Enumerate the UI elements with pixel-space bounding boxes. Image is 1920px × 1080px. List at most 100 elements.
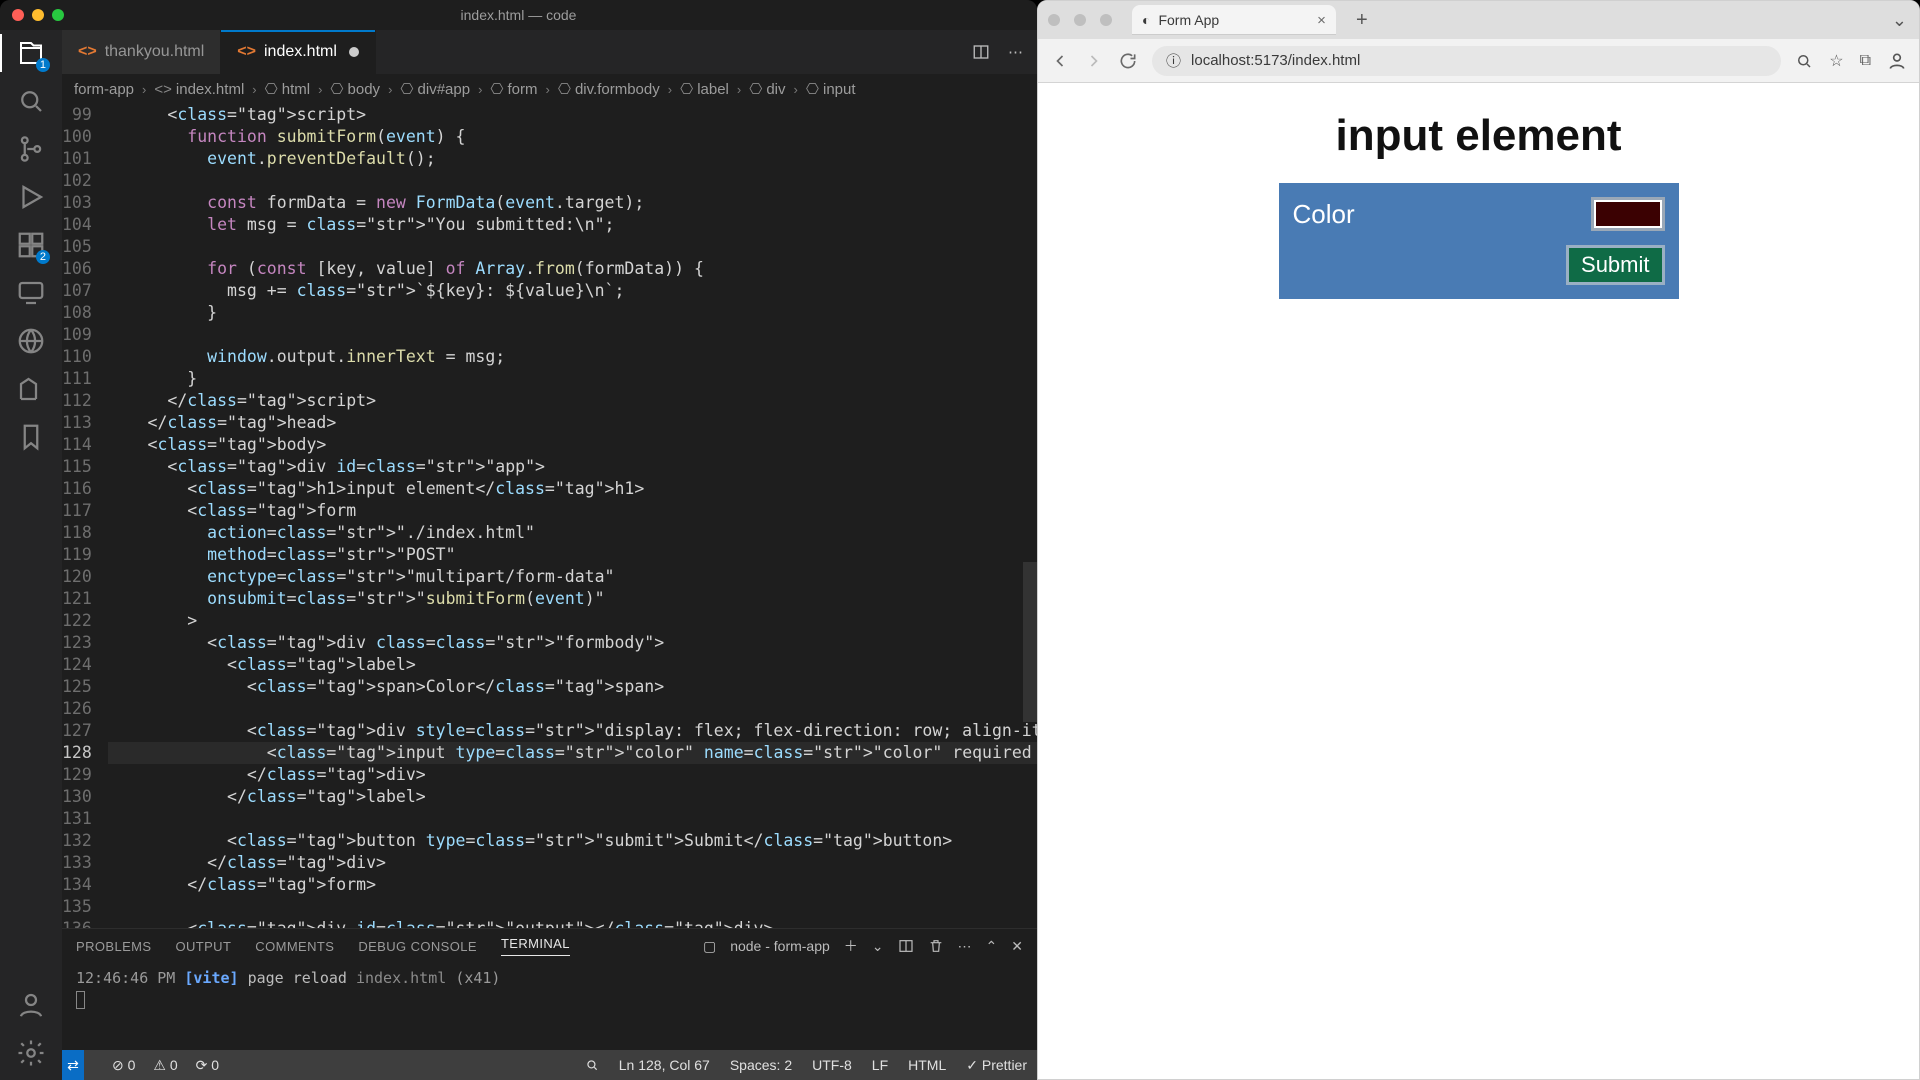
crumb[interactable]: index.html (176, 81, 244, 98)
new-tab-icon[interactable]: + (1356, 9, 1368, 32)
crumb[interactable]: form-app (74, 81, 134, 98)
task-label[interactable]: node - form-app (730, 938, 830, 954)
crumb[interactable]: form (508, 81, 538, 98)
close-panel-icon[interactable]: ✕ (1011, 938, 1023, 955)
breadcrumbs[interactable]: form-app› <>index.html› ⎔html› ⎔body› ⎔d… (62, 74, 1037, 104)
crumb[interactable]: body (348, 81, 381, 98)
status-encoding[interactable]: UTF-8 (812, 1057, 852, 1073)
terminal-output[interactable]: 12:46:46 PM [vite] page reload index.htm… (62, 963, 1037, 1050)
panel-tabs: PROBLEMS OUTPUT COMMENTS DEBUG CONSOLE T… (62, 929, 1037, 963)
crumb[interactable]: label (697, 81, 729, 98)
accounts-icon[interactable] (16, 990, 46, 1020)
vscode-window: index.html — code 1 (0, 0, 1037, 1080)
new-terminal-icon[interactable]: ＋ (844, 936, 858, 956)
tab-label: index.html (264, 43, 337, 61)
extensions-puzzle-icon[interactable]: ⧉ (1860, 52, 1871, 70)
profile-icon[interactable] (1887, 51, 1907, 71)
close-window-icon[interactable] (1048, 14, 1060, 26)
terminal-file: index.html (356, 969, 446, 987)
status-eol[interactable]: LF (872, 1057, 888, 1073)
status-warnings[interactable]: ⚠ 0 (153, 1057, 177, 1074)
form-box: Color Submit (1279, 183, 1679, 299)
source-control-icon[interactable] (16, 134, 46, 164)
explorer-icon[interactable]: 1 (16, 38, 46, 68)
status-errors[interactable]: ⊘ 0 (112, 1057, 135, 1074)
explorer-badge: 1 (36, 58, 50, 72)
more-icon[interactable]: ⋯ (958, 938, 972, 955)
panel-tab-terminal[interactable]: TERMINAL (501, 936, 570, 956)
tab-thankyou[interactable]: <> thankyou.html (62, 30, 221, 74)
crumb[interactable]: html (282, 81, 310, 98)
terminal-count: (x41) (455, 969, 500, 987)
activity-bar: 1 2 (0, 30, 62, 1080)
browser-toolbar: ⓘ localhost:5173/index.html ☆ ⧉ (1038, 39, 1919, 83)
zoom-window-icon[interactable] (1100, 14, 1112, 26)
split-terminal-icon[interactable] (898, 938, 914, 954)
extensions-icon[interactable]: 2 (16, 230, 46, 260)
maximize-panel-icon[interactable]: ⌃ (986, 938, 998, 955)
browser-tabstrip: ◐ Form App × + ⌄ (1038, 1, 1919, 39)
submit-button[interactable]: Submit (1566, 245, 1664, 285)
live-share-icon[interactable] (16, 326, 46, 356)
color-swatch (1596, 202, 1660, 226)
status-ports[interactable]: ⟳ 0 (196, 1057, 219, 1074)
chevron-down-icon[interactable]: ⌄ (872, 938, 884, 955)
status-find-icon[interactable] (585, 1058, 599, 1072)
address-bar[interactable]: ⓘ localhost:5173/index.html (1152, 46, 1781, 76)
bookmark-star-icon[interactable]: ☆ (1829, 51, 1843, 71)
status-lang[interactable]: HTML (908, 1057, 946, 1073)
line-gutter: 9910010110210310410510610710810911011111… (62, 104, 102, 928)
terminal-cursor (76, 991, 85, 1009)
window-title: index.html — code (0, 7, 1037, 23)
status-formatter[interactable]: ✓ Prettier (966, 1057, 1027, 1074)
remote-indicator[interactable]: ⇄ (62, 1050, 84, 1080)
browser-tab-title: Form App (1158, 12, 1219, 28)
panel-tab-output[interactable]: OUTPUT (175, 939, 231, 954)
remote-explorer-icon[interactable] (16, 278, 46, 308)
close-tab-icon[interactable]: × (1317, 12, 1326, 29)
html-file-icon: <> (237, 43, 256, 61)
color-input[interactable] (1591, 197, 1665, 231)
bottom-panel: PROBLEMS OUTPUT COMMENTS DEBUG CONSOLE T… (62, 928, 1037, 1050)
more-actions-icon[interactable]: ⋯ (1008, 43, 1023, 61)
trash-icon[interactable] (928, 938, 944, 954)
back-icon[interactable] (1050, 51, 1070, 71)
gear-icon[interactable] (16, 1038, 46, 1068)
status-bar: ⇄ ⊘ 0 ⚠ 0 ⟳ 0 Ln 128, Col 67 Spaces: 2 U… (62, 1050, 1037, 1080)
extensions-badge: 2 (36, 250, 50, 264)
zoom-icon[interactable] (1795, 52, 1813, 70)
crumb[interactable]: div#app (418, 81, 471, 98)
tab-index[interactable]: <> index.html (221, 30, 376, 74)
site-info-icon[interactable]: ⓘ (1166, 50, 1181, 71)
task-runner-icon[interactable]: ▢ (703, 938, 716, 955)
status-spaces[interactable]: Spaces: 2 (730, 1057, 792, 1073)
minimize-window-icon[interactable] (1074, 14, 1086, 26)
crumb[interactable]: div.formbody (575, 81, 660, 98)
terminal-tag: [vite] (184, 969, 238, 987)
page-heading: input element (1335, 111, 1621, 161)
terminal-msg: page reload (248, 969, 347, 987)
code-area[interactable]: <class="tag">script> function submitForm… (102, 104, 1037, 928)
run-debug-icon[interactable] (16, 182, 46, 212)
panel-tab-debug[interactable]: DEBUG CONSOLE (358, 939, 477, 954)
tab-label: thankyou.html (105, 43, 205, 61)
browser-window: ◐ Form App × + ⌄ ⓘ localhost:5173/index.… (1037, 0, 1920, 1080)
search-icon[interactable] (16, 86, 46, 116)
reload-icon[interactable] (1118, 51, 1138, 71)
panel-tab-problems[interactable]: PROBLEMS (76, 939, 151, 954)
browser-tab[interactable]: ◐ Form App × (1132, 5, 1336, 35)
crumb[interactable]: div (766, 81, 785, 98)
bookmark-icon[interactable] (16, 422, 46, 452)
forward-icon[interactable] (1084, 51, 1104, 71)
vscode-titlebar: index.html — code (0, 0, 1037, 30)
crumb[interactable]: input (823, 81, 856, 98)
testing-icon[interactable] (16, 374, 46, 404)
panel-tab-comments[interactable]: COMMENTS (255, 939, 334, 954)
url-text: localhost:5173/index.html (1191, 52, 1360, 69)
scrollbar-thumb[interactable] (1023, 562, 1037, 722)
split-editor-icon[interactable] (972, 43, 990, 61)
window-menu-icon[interactable]: ⌄ (1892, 10, 1907, 31)
status-lncol[interactable]: Ln 128, Col 67 (619, 1057, 710, 1073)
code-editor[interactable]: 9910010110210310410510610710810911011111… (62, 104, 1037, 928)
page-content: input element Color Submit (1038, 83, 1919, 1079)
